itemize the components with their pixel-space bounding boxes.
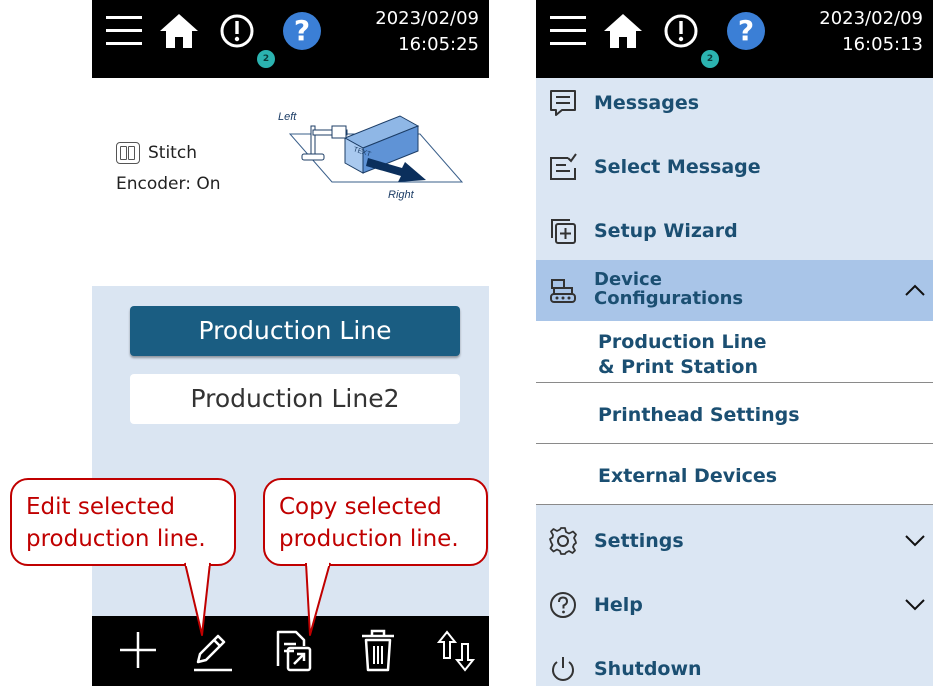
edit-callout-pointer [184, 562, 211, 636]
trash-icon[interactable] [358, 628, 398, 674]
chevron-down-icon [905, 599, 925, 611]
plus-icon[interactable] [118, 630, 158, 670]
encoder-status: Encoder: On [116, 174, 221, 194]
top-status-bar: 2 ? 2023/02/09 16:05:25 [92, 0, 489, 78]
menu-item-setup-wizard[interactable]: Setup Wizard [536, 200, 933, 264]
production-lines-screen: 2 ? 2023/02/09 16:05:25 Stitch Encoder: … [92, 0, 489, 686]
edit-callout: Edit selected production line. [10, 478, 236, 566]
submenu-item-production-line[interactable]: Production Line & Print Station [536, 321, 933, 383]
date-text: 2023/02/09 [375, 8, 479, 29]
menu-label: Messages [594, 92, 700, 114]
alert-icon[interactable] [663, 13, 699, 49]
menu-label: Help [594, 594, 643, 616]
menu-label: Setup Wizard [594, 220, 738, 242]
date-time: 2023/02/09 16:05:13 [819, 6, 923, 58]
help-icon[interactable]: ? [283, 12, 321, 50]
production-line-item-selected[interactable]: Production Line [130, 306, 460, 356]
menu-item-messages[interactable]: Messages [536, 72, 933, 136]
copy-callout-pointer [305, 562, 331, 636]
stitch-icon [116, 142, 140, 164]
home-icon[interactable] [158, 12, 200, 50]
menu-item-shutdown[interactable]: Shutdown [536, 638, 933, 686]
menu-label: Select Message [594, 156, 761, 178]
right-direction-label: Right [388, 189, 415, 201]
select-message-icon [550, 153, 577, 180]
chevron-up-icon [905, 284, 925, 296]
sort-icon[interactable] [436, 628, 476, 674]
alert-count-badge: 2 [701, 50, 719, 68]
menu-label-line2: Configurations [594, 288, 744, 309]
bottom-toolbar [92, 616, 489, 686]
main-menu-screen: 2 ? 2023/02/09 16:05:13 Messages Select … [536, 0, 933, 686]
date-time: 2023/02/09 16:05:25 [375, 6, 479, 58]
left-direction-label: Left [278, 111, 297, 123]
edit-callout-text: Edit selected production line. [26, 494, 206, 552]
power-icon [552, 657, 574, 681]
submenu-label-line1: Production Line [598, 331, 767, 353]
help-icon[interactable]: ? [727, 12, 765, 50]
help-circle-icon [550, 592, 576, 618]
gear-icon [549, 527, 577, 555]
hamburger-menu-icon[interactable] [106, 14, 142, 48]
alert-count-badge: 2 [257, 50, 275, 68]
print-station-info: Stitch Encoder: On TEXT Left Right [92, 78, 489, 286]
copy-callout: Copy selected production line. [263, 478, 488, 566]
production-line-list: Production Line Production Line2 [92, 286, 489, 616]
menu-label: Settings [594, 530, 684, 552]
menu-label: Shutdown [594, 658, 702, 680]
mode-label: Stitch [148, 143, 197, 163]
device-configurations-icon [550, 279, 576, 303]
menu-item-device-configurations[interactable]: Device Configurations [536, 260, 933, 321]
submenu-label-line2: & Print Station [598, 356, 758, 378]
alert-icon[interactable] [219, 13, 255, 49]
setup-wizard-icon [551, 219, 576, 244]
copy-callout-text: Copy selected production line. [279, 494, 459, 552]
submenu-label: Printhead Settings [598, 404, 800, 426]
menu-label-line1: Device [594, 269, 662, 290]
mode-indicator: Stitch [116, 142, 197, 164]
submenu-label: External Devices [598, 465, 778, 487]
chevron-down-icon [905, 535, 925, 547]
menu-item-select-message[interactable]: Select Message [536, 136, 933, 200]
top-status-bar: 2 ? 2023/02/09 16:05:13 [536, 0, 933, 78]
menu-item-settings[interactable]: Settings [536, 510, 933, 574]
home-icon[interactable] [602, 12, 644, 50]
submenu-item-external-devices[interactable]: External Devices [536, 444, 933, 505]
hamburger-menu-icon[interactable] [550, 14, 586, 48]
time-text: 16:05:25 [398, 34, 479, 55]
menu-item-help[interactable]: Help [536, 574, 933, 638]
submenu-item-printhead-settings[interactable]: Printhead Settings [536, 383, 933, 444]
production-line-item[interactable]: Production Line2 [130, 374, 460, 424]
print-direction-diagram: TEXT Left Right [278, 111, 464, 201]
time-text: 16:05:13 [842, 34, 923, 55]
date-text: 2023/02/09 [819, 8, 923, 29]
messages-icon [550, 90, 576, 116]
